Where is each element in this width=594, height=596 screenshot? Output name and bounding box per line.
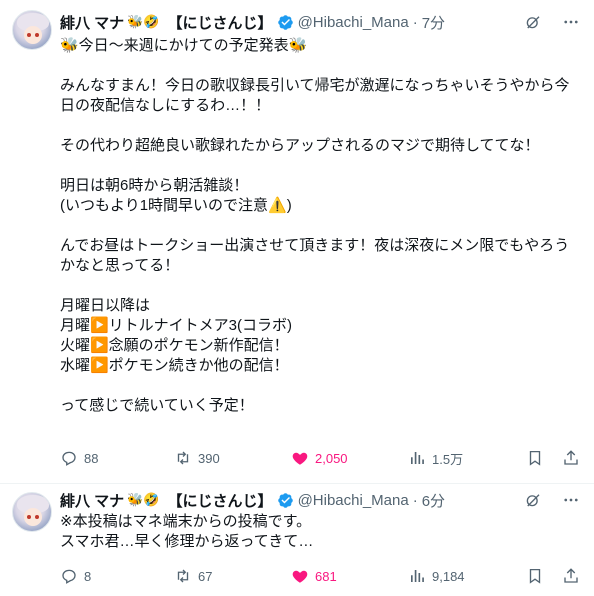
- avatar[interactable]: [12, 10, 52, 50]
- bookmark-icon[interactable]: [526, 567, 544, 585]
- timestamp[interactable]: 6分: [422, 490, 445, 511]
- separator: ·: [412, 491, 418, 509]
- reply-icon: [62, 451, 76, 466]
- share-icon[interactable]: [562, 449, 580, 467]
- tweet-header: 緋八 マナ 🐝🤣 【にじさんじ】 @Hibachi_Mana · 6分: [60, 490, 445, 510]
- author-handle[interactable]: @Hibachi_Mana: [298, 492, 409, 509]
- more-icon[interactable]: [562, 491, 580, 509]
- repost-icon: [177, 569, 189, 583]
- like-count: 2,050: [315, 450, 348, 466]
- grok-icon[interactable]: [524, 491, 542, 509]
- reply-icon: [62, 569, 76, 584]
- tweet-actions: 88 390 2,050 1.5万: [60, 448, 580, 468]
- tweet-actions: 8 67 681 9,184: [60, 566, 580, 586]
- tweet-text: ※本投稿はマネ端末からの投稿です。 スマホ君…早く修理から返ってきて…: [60, 513, 314, 550]
- share-group: [526, 567, 580, 585]
- name-emoji: 🐝🤣: [127, 14, 160, 29]
- tweet-text: 🐝今日〜来週にかけての予定発表🐝 みんなすまん！今日の歌収録長引いて帰宅が激遅に…: [60, 37, 570, 414]
- repost-icon: [177, 451, 189, 465]
- tweet-menu: [524, 490, 580, 510]
- repost-count: 67: [198, 568, 213, 584]
- reply-count: 8: [84, 568, 92, 584]
- views-icon: [411, 452, 424, 464]
- like-button[interactable]: 2,050: [291, 449, 348, 467]
- separator: ·: [412, 13, 418, 31]
- avatar[interactable]: [12, 492, 52, 532]
- like-count: 681: [315, 568, 337, 584]
- reply-count: 88: [84, 450, 99, 466]
- views-button[interactable]: 1.5万: [408, 449, 463, 468]
- tweet-1[interactable]: 緋八 マナ 🐝🤣 【にじさんじ】 @Hibachi_Mana · 7分 🐝今日〜…: [0, 0, 594, 484]
- author-name[interactable]: 緋八 マナ: [60, 12, 124, 33]
- tweet-header: 緋八 マナ 🐝🤣 【にじさんじ】 @Hibachi_Mana · 7分: [60, 12, 445, 32]
- more-icon[interactable]: [562, 13, 580, 31]
- like-icon: [292, 570, 308, 583]
- reply-button[interactable]: 8: [60, 567, 91, 585]
- share-group: [526, 449, 580, 467]
- views-count: 1.5万: [432, 451, 464, 467]
- tweet-2[interactable]: 緋八 マナ 🐝🤣 【にじさんじ】 @Hibachi_Mana · 6分 ※本投稿…: [0, 484, 594, 596]
- tweet-menu: [524, 12, 580, 32]
- like-button[interactable]: 681: [291, 567, 337, 585]
- like-icon: [292, 452, 308, 465]
- name-emoji: 🐝🤣: [127, 492, 160, 507]
- verified-badge-icon: [277, 492, 293, 508]
- repost-count: 390: [198, 450, 220, 466]
- views-button[interactable]: 9,184: [408, 567, 465, 585]
- reply-button[interactable]: 88: [60, 449, 98, 467]
- affiliation[interactable]: 【にじさんじ】: [168, 12, 273, 33]
- verified-badge-icon: [277, 14, 293, 30]
- views-count: 9,184: [432, 568, 465, 584]
- bookmark-icon[interactable]: [526, 449, 544, 467]
- views-icon: [411, 570, 424, 582]
- repost-button[interactable]: 390: [174, 449, 220, 467]
- timestamp[interactable]: 7分: [422, 12, 445, 33]
- author-name[interactable]: 緋八 マナ: [60, 490, 124, 511]
- repost-button[interactable]: 67: [174, 567, 212, 585]
- author-handle[interactable]: @Hibachi_Mana: [298, 14, 409, 31]
- share-icon[interactable]: [562, 567, 580, 585]
- affiliation[interactable]: 【にじさんじ】: [168, 490, 273, 511]
- grok-icon[interactable]: [524, 13, 542, 31]
